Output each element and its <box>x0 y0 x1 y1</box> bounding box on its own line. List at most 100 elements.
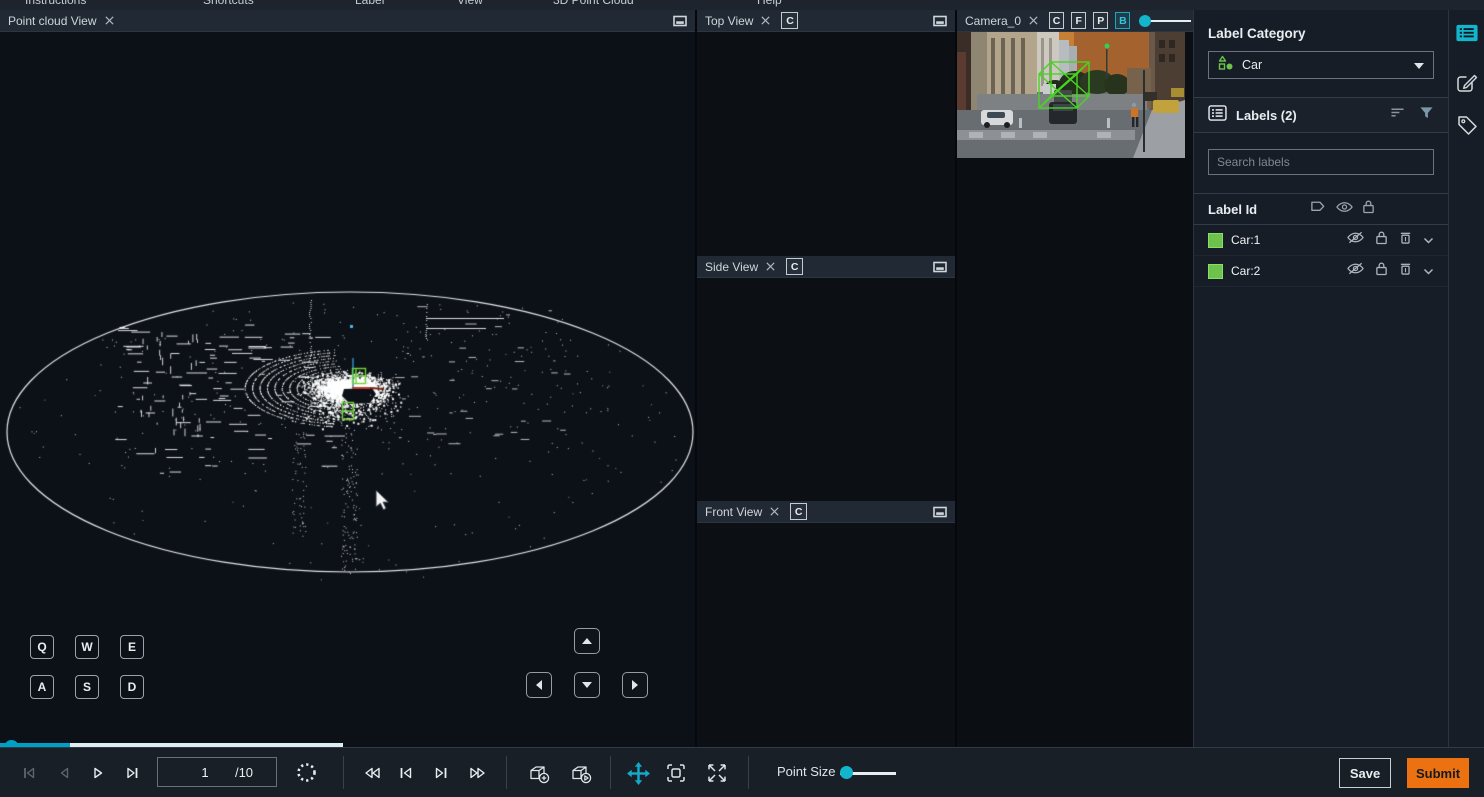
fullscreen-expand-button[interactable] <box>703 760 731 786</box>
maximize-window-icon[interactable] <box>933 261 947 273</box>
camera-mode-p-toggle[interactable]: P <box>1093 12 1108 29</box>
top-view-header: Top View C <box>697 10 955 32</box>
maximize-window-icon[interactable] <box>933 506 947 518</box>
close-icon[interactable] <box>760 15 771 26</box>
delete-icon[interactable] <box>1399 230 1412 250</box>
visibility-off-icon[interactable] <box>1347 231 1364 249</box>
menu-item-shortcuts[interactable]: Shortcuts <box>203 0 254 7</box>
side-view-panel: Side View C <box>697 256 955 501</box>
total-frames-label: /10 <box>235 765 253 780</box>
key-q-button[interactable]: Q <box>30 635 54 659</box>
selected-category: Car <box>1242 58 1262 72</box>
step-forward-button[interactable] <box>118 760 146 786</box>
key-e-button[interactable]: E <box>120 635 144 659</box>
menu-item-label[interactable]: Label <box>355 0 384 7</box>
point-size-label: Point Size <box>777 764 836 779</box>
label-category-heading: Label Category <box>1208 26 1434 41</box>
camera-view-toggle[interactable]: C <box>786 258 803 275</box>
tag-all-icon[interactable] <box>1310 200 1327 218</box>
move-tool-button[interactable] <box>624 760 652 786</box>
lock-icon[interactable] <box>1375 261 1388 281</box>
camera-image[interactable] <box>957 32 1185 158</box>
labels-count-title: Labels (2) <box>1236 108 1297 123</box>
labels-section-header: Labels (2) <box>1194 97 1448 133</box>
key-w-button[interactable]: W <box>75 635 99 659</box>
menu-item-view[interactable]: View <box>457 0 483 7</box>
key-d-button[interactable]: D <box>120 675 144 699</box>
next-frame-button[interactable] <box>427 760 455 786</box>
close-icon[interactable] <box>104 15 115 26</box>
camera-mode-f-toggle[interactable]: F <box>1071 12 1086 29</box>
side-view-header: Side View C <box>697 256 955 278</box>
frame-counter: /10 <box>157 757 277 787</box>
separator <box>610 756 611 789</box>
label-color-swatch <box>1208 233 1223 248</box>
frame-number-input[interactable] <box>181 764 229 781</box>
search-labels-input[interactable] <box>1208 149 1434 175</box>
save-button[interactable]: Save <box>1339 758 1391 788</box>
edit-annotations-icon[interactable] <box>1456 72 1478 99</box>
menu-item-help[interactable]: Help <box>757 0 782 7</box>
step-back-button[interactable] <box>50 760 78 786</box>
pan-up-button[interactable] <box>574 628 600 654</box>
tags-panel-icon[interactable] <box>1456 114 1478 141</box>
camera-brightness-slider[interactable] <box>1141 15 1185 27</box>
top-view-viewport[interactable] <box>697 32 955 256</box>
maximize-window-icon[interactable] <box>933 15 947 27</box>
camera-view-toggle[interactable]: C <box>781 12 798 29</box>
add-cuboid-sequence-button[interactable] <box>564 760 598 786</box>
expand-row-chevron-icon[interactable] <box>1423 231 1434 249</box>
slider-knob[interactable] <box>840 766 853 779</box>
submit-button[interactable]: Submit <box>1407 758 1469 788</box>
key-s-button[interactable]: S <box>75 675 99 699</box>
key-a-button[interactable]: A <box>30 675 54 699</box>
play-button[interactable] <box>84 760 112 786</box>
close-icon[interactable] <box>765 261 776 272</box>
pan-left-button[interactable] <box>526 672 552 698</box>
front-view-viewport[interactable] <box>697 523 955 747</box>
pan-down-button[interactable] <box>574 672 600 698</box>
add-cuboid-button[interactable] <box>522 760 556 786</box>
expand-row-chevron-icon[interactable] <box>1423 262 1434 280</box>
labels-panel-icon[interactable] <box>1454 22 1479 49</box>
panel-title: Side View <box>705 260 758 274</box>
camera-mode-c-toggle[interactable]: C <box>1049 12 1064 29</box>
search-labels-container <box>1208 149 1434 175</box>
slider-knob[interactable] <box>1139 15 1151 27</box>
camera-mode-b-toggle[interactable]: B <box>1115 12 1130 29</box>
rewind-button[interactable] <box>358 760 386 786</box>
label-category-dropdown[interactable]: Car <box>1208 51 1434 79</box>
label-row-car-2[interactable]: Car:2 <box>1194 256 1448 287</box>
previous-frame-button[interactable] <box>392 760 420 786</box>
fast-forward-button[interactable] <box>463 760 491 786</box>
filter-icon[interactable] <box>1419 106 1434 125</box>
visibility-all-icon[interactable] <box>1336 200 1353 218</box>
delete-icon[interactable] <box>1399 261 1412 281</box>
close-icon[interactable] <box>769 506 780 517</box>
side-view-viewport[interactable] <box>697 278 955 501</box>
point-cloud-view-header: Point cloud View <box>0 10 695 32</box>
label-id-text: Car:2 <box>1231 264 1306 278</box>
camera-panel: Camera_0 C F P B <box>957 10 1193 747</box>
sort-icon[interactable] <box>1390 106 1405 124</box>
pan-right-button[interactable] <box>622 672 648 698</box>
maximize-window-icon[interactable] <box>673 15 687 27</box>
point-cloud-view-panel: Point cloud View Q W E A S D <box>0 10 695 747</box>
lock-all-icon[interactable] <box>1362 199 1375 219</box>
label-row-car-1[interactable]: Car:1 <box>1194 225 1448 256</box>
top-view-panel: Top View C <box>697 10 955 256</box>
panel-title: Camera_0 <box>965 14 1021 28</box>
skip-to-first-frame-button[interactable] <box>15 760 43 786</box>
frame-fit-button[interactable] <box>662 760 690 786</box>
separator <box>748 756 749 789</box>
camera-view-toggle[interactable]: C <box>790 503 807 520</box>
lock-icon[interactable] <box>1375 230 1388 250</box>
point-size-slider[interactable] <box>840 766 896 780</box>
category-shapes-icon <box>1218 55 1234 76</box>
visibility-off-icon[interactable] <box>1347 262 1364 280</box>
panel-title: Top View <box>705 14 753 28</box>
menu-item-instructions[interactable]: Instructions <box>25 0 86 7</box>
close-icon[interactable] <box>1028 15 1039 26</box>
label-id-text: Car:1 <box>1231 233 1306 247</box>
menu-item-3d-point-cloud[interactable]: 3D Point Cloud <box>553 0 634 7</box>
